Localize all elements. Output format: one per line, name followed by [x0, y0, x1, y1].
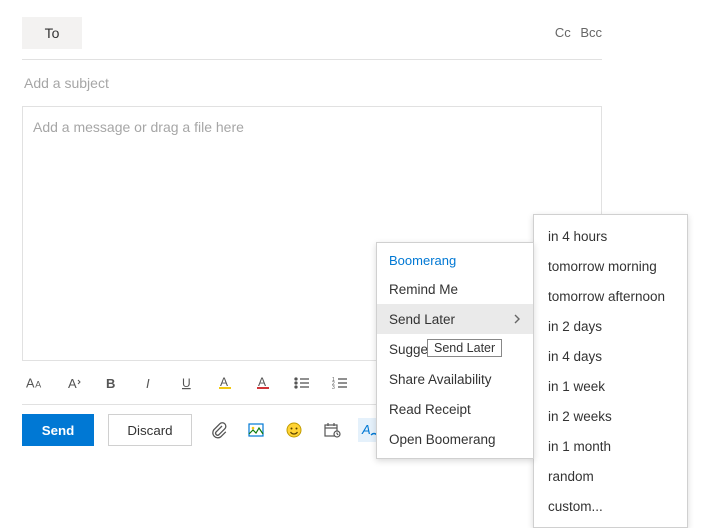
- underline-icon[interactable]: U: [178, 373, 198, 393]
- boomerang-menu: Boomerang Remind Me Send Later Suggest T…: [376, 242, 534, 459]
- submenu-item[interactable]: in 2 weeks: [534, 401, 687, 431]
- highlight-icon[interactable]: A: [216, 373, 236, 393]
- submenu-label: in 1 month: [548, 439, 611, 454]
- emoji-icon[interactable]: [282, 418, 306, 442]
- attach-icon[interactable]: [206, 418, 230, 442]
- submenu-item[interactable]: tomorrow morning: [534, 251, 687, 281]
- menu-item-remind-me[interactable]: Remind Me: [377, 274, 533, 304]
- submenu-label: in 2 weeks: [548, 409, 612, 424]
- menu-item-label: Share Availability: [389, 372, 492, 387]
- menu-item-suggest-times[interactable]: Suggest Tim Send Later: [377, 334, 533, 364]
- bullet-list-icon[interactable]: [292, 373, 312, 393]
- subject-input[interactable]: [22, 74, 602, 92]
- send-button[interactable]: Send: [22, 414, 94, 446]
- body-placeholder: Add a message or drag a file here: [33, 119, 244, 135]
- cc-button[interactable]: Cc: [555, 25, 571, 40]
- tooltip: Send Later: [427, 339, 502, 357]
- svg-text:A: A: [220, 375, 228, 389]
- calendar-icon[interactable]: [320, 418, 344, 442]
- menu-item-open-boomerang[interactable]: Open Boomerang: [377, 424, 533, 454]
- submenu-label: in 4 days: [548, 349, 602, 364]
- menu-item-label: Read Receipt: [389, 402, 471, 417]
- to-button[interactable]: To: [22, 17, 82, 49]
- menu-item-send-later[interactable]: Send Later: [377, 304, 533, 334]
- discard-button[interactable]: Discard: [108, 414, 192, 446]
- bold-icon[interactable]: B: [102, 373, 122, 393]
- menu-item-label: Remind Me: [389, 282, 458, 297]
- font-size-icon[interactable]: AA: [26, 373, 46, 393]
- menu-item-label: Open Boomerang: [389, 432, 496, 447]
- submenu-item[interactable]: tomorrow afternoon: [534, 281, 687, 311]
- submenu-item[interactable]: in 1 month: [534, 431, 687, 461]
- svg-text:I: I: [146, 376, 150, 390]
- svg-text:U: U: [182, 376, 191, 390]
- font-color-icon[interactable]: A: [254, 373, 274, 393]
- image-icon[interactable]: [244, 418, 268, 442]
- send-later-submenu: in 4 hours tomorrow morning tomorrow aft…: [533, 214, 688, 528]
- submenu-item[interactable]: in 1 week: [534, 371, 687, 401]
- submenu-label: in 4 hours: [548, 229, 607, 244]
- chevron-right-icon: [513, 314, 521, 324]
- submenu-item[interactable]: in 4 days: [534, 341, 687, 371]
- submenu-label: random: [548, 469, 594, 484]
- submenu-item[interactable]: custom...: [534, 491, 687, 521]
- submenu-label: custom...: [548, 499, 603, 514]
- submenu-label: in 2 days: [548, 319, 602, 334]
- italic-icon[interactable]: I: [140, 373, 160, 393]
- menu-item-read-receipt[interactable]: Read Receipt: [377, 394, 533, 424]
- number-list-icon[interactable]: 123: [330, 373, 350, 393]
- svg-text:A: A: [258, 375, 266, 389]
- submenu-label: tomorrow morning: [548, 259, 657, 274]
- svg-text:A: A: [361, 422, 371, 437]
- svg-text:A: A: [26, 375, 35, 390]
- submenu-item[interactable]: random: [534, 461, 687, 491]
- submenu-label: tomorrow afternoon: [548, 289, 665, 304]
- bcc-button[interactable]: Bcc: [580, 25, 602, 40]
- submenu-item[interactable]: in 2 days: [534, 311, 687, 341]
- boomerang-menu-header: Boomerang: [377, 243, 533, 274]
- svg-text:3: 3: [332, 385, 335, 390]
- svg-text:A: A: [35, 379, 42, 389]
- svg-text:A: A: [68, 376, 77, 391]
- submenu-item[interactable]: in 4 hours: [534, 221, 687, 251]
- svg-text:B: B: [106, 376, 115, 390]
- submenu-label: in 1 week: [548, 379, 605, 394]
- font-style-icon[interactable]: A: [64, 373, 84, 393]
- menu-item-label: Send Later: [389, 312, 455, 327]
- menu-item-share-availability[interactable]: Share Availability: [377, 364, 533, 394]
